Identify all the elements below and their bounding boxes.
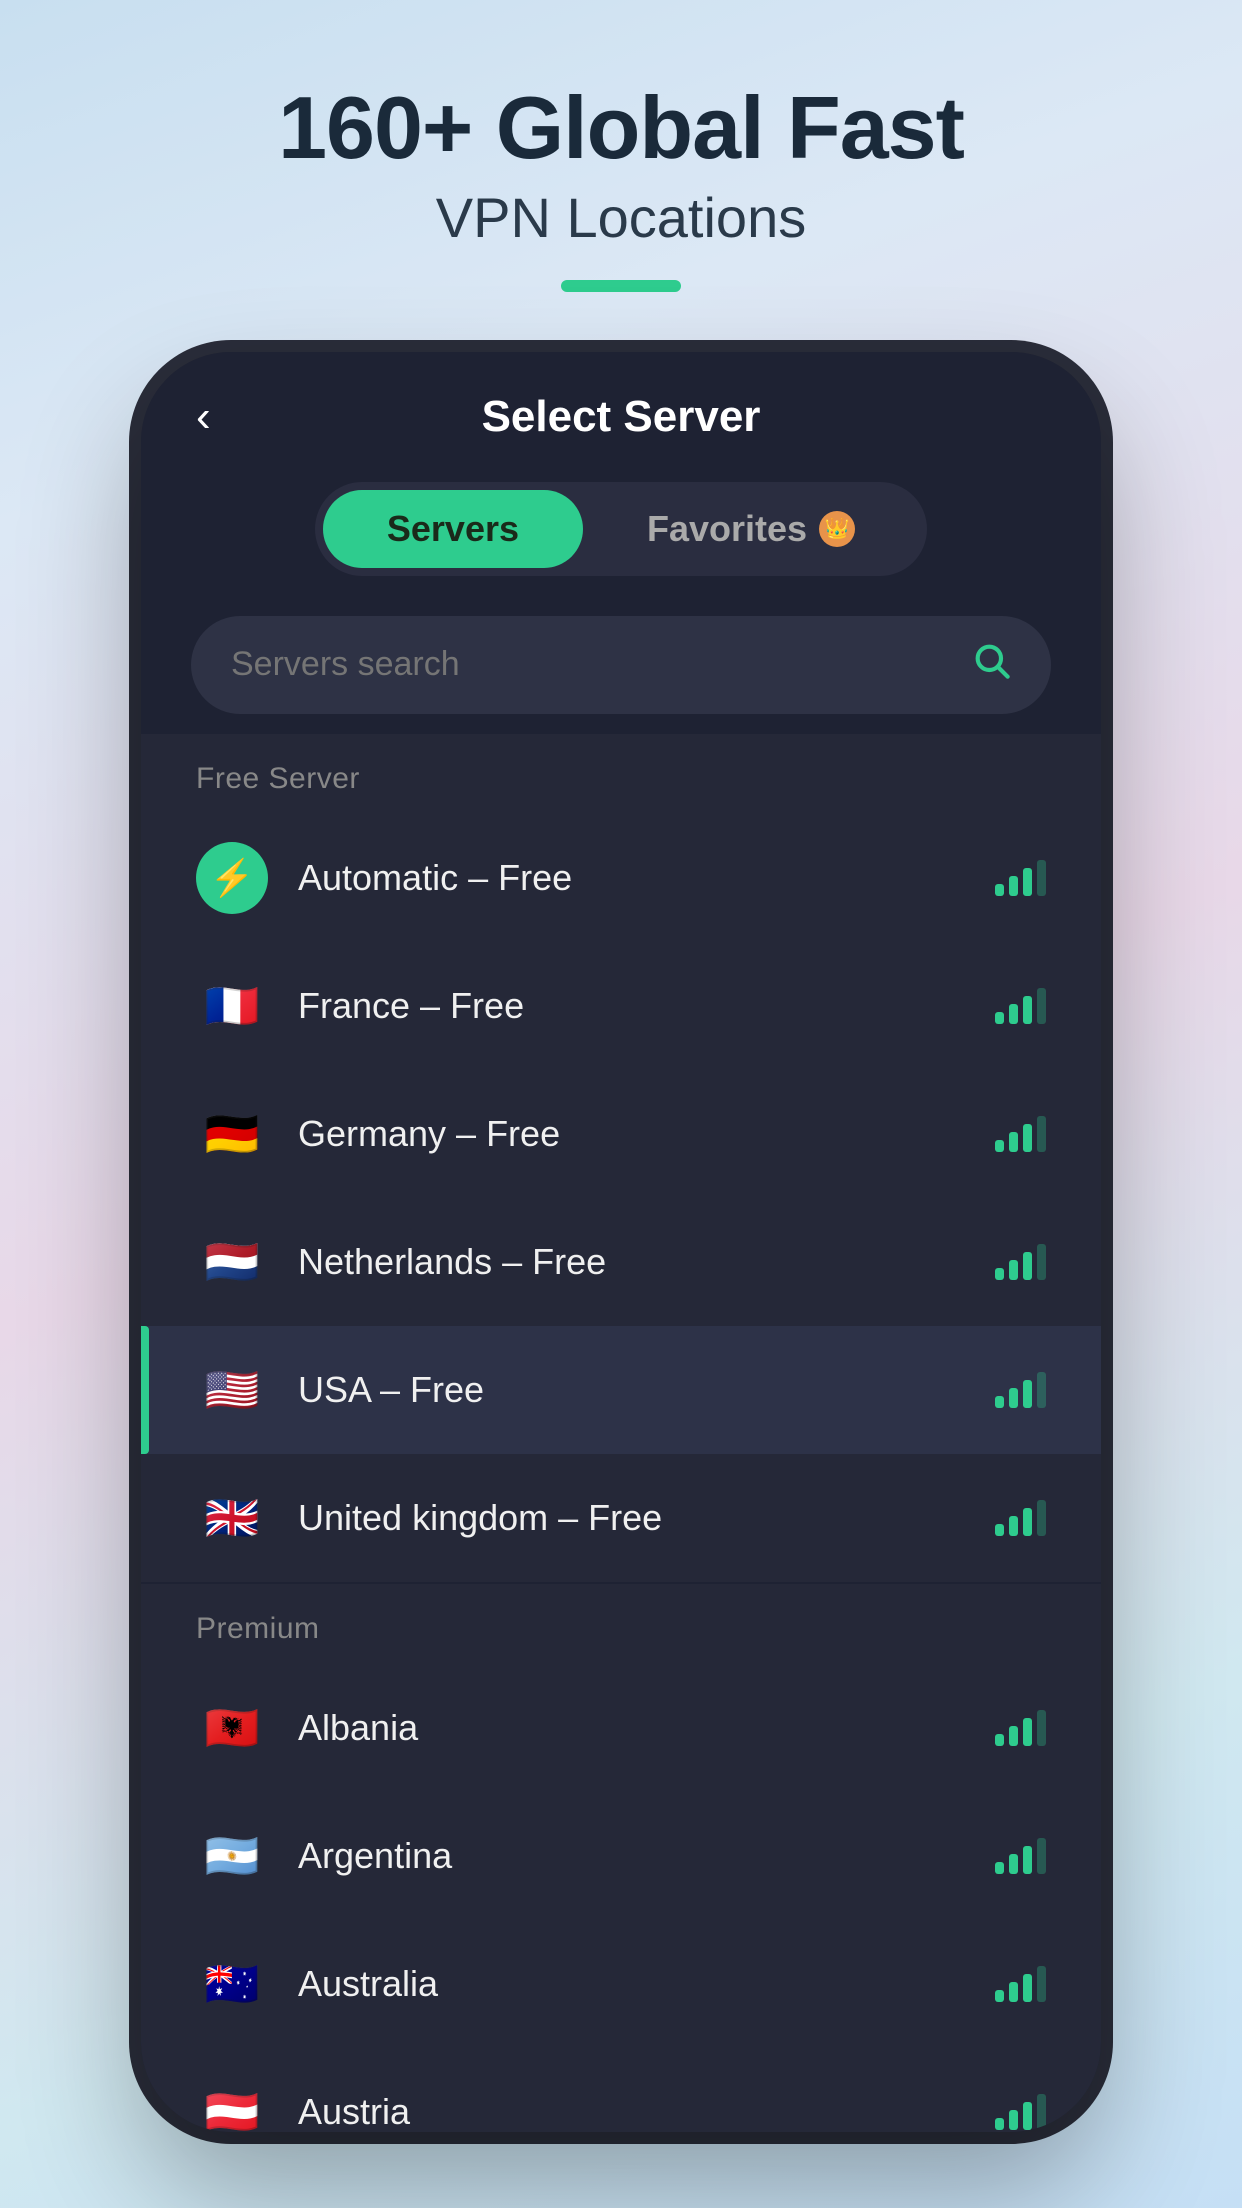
main-title: 160+ Global Fast	[278, 80, 964, 177]
signal-bars	[995, 1372, 1046, 1408]
tab-servers[interactable]: Servers	[323, 490, 583, 568]
premium-section-label: Premium	[141, 1584, 1101, 1664]
flag-netherlands: 🇳🇱	[196, 1226, 268, 1298]
server-name: Automatic – Free	[298, 857, 965, 899]
tab-switcher: Servers Favorites 👑	[141, 462, 1101, 606]
selected-indicator	[141, 1326, 149, 1454]
flag-albania: 🇦🇱	[196, 1692, 268, 1764]
flag-austria: 🇦🇹	[196, 2076, 268, 2132]
signal-bars	[995, 860, 1046, 896]
back-button[interactable]: ‹	[196, 392, 211, 442]
signal-bars	[995, 2094, 1046, 2130]
tab-favorites[interactable]: Favorites 👑	[583, 490, 919, 568]
phone-frame: ‹ Select Server Servers Favorites 👑 Fr	[141, 352, 1101, 2132]
server-name: Australia	[298, 1963, 965, 2005]
crown-icon: 👑	[819, 511, 855, 547]
list-item[interactable]: 🇦🇹 Austria	[141, 2048, 1101, 2132]
phone-navbar: ‹ Select Server	[141, 352, 1101, 462]
search-icon	[971, 640, 1011, 690]
server-name: Netherlands – Free	[298, 1241, 965, 1283]
accent-bar	[561, 280, 681, 292]
signal-bars	[995, 1838, 1046, 1874]
flag-france: 🇫🇷	[196, 970, 268, 1042]
server-name: United kingdom – Free	[298, 1497, 965, 1539]
list-item[interactable]: ⚡ Automatic – Free	[141, 814, 1101, 942]
list-item[interactable]: 🇦🇺 Australia	[141, 1920, 1101, 2048]
list-item[interactable]: 🇬🇧 United kingdom – Free	[141, 1454, 1101, 1582]
flag-uk: 🇬🇧	[196, 1482, 268, 1554]
list-item[interactable]: 🇳🇱 Netherlands – Free	[141, 1198, 1101, 1326]
page-title: Select Server	[482, 392, 761, 442]
flag-germany: 🇩🇪	[196, 1098, 268, 1170]
signal-bars	[995, 1500, 1046, 1536]
server-name: Argentina	[298, 1835, 965, 1877]
free-section-label: Free Server	[141, 734, 1101, 814]
search-bar	[191, 616, 1051, 714]
flag-australia: 🇦🇺	[196, 1948, 268, 2020]
server-name: France – Free	[298, 985, 965, 1027]
list-item[interactable]: 🇺🇸 USA – Free	[141, 1326, 1101, 1454]
list-item[interactable]: 🇫🇷 France – Free	[141, 942, 1101, 1070]
server-name: Albania	[298, 1707, 965, 1749]
list-item[interactable]: 🇦🇷 Argentina	[141, 1792, 1101, 1920]
server-name: Germany – Free	[298, 1113, 965, 1155]
server-list: Free Server ⚡ Automatic – Free 🇫🇷 France…	[141, 734, 1101, 2132]
server-name: USA – Free	[298, 1369, 965, 1411]
signal-bars	[995, 1116, 1046, 1152]
tab-group: Servers Favorites 👑	[315, 482, 927, 576]
list-item[interactable]: 🇩🇪 Germany – Free	[141, 1070, 1101, 1198]
server-name: Austria	[298, 2091, 965, 2132]
flag-usa: 🇺🇸	[196, 1354, 268, 1426]
flag-argentina: 🇦🇷	[196, 1820, 268, 1892]
signal-bars	[995, 988, 1046, 1024]
auto-icon: ⚡	[196, 842, 268, 914]
search-input[interactable]	[231, 645, 951, 684]
header-section: 160+ Global Fast VPN Locations	[0, 0, 1242, 352]
list-item[interactable]: 🇦🇱 Albania	[141, 1664, 1101, 1792]
signal-bars	[995, 1244, 1046, 1280]
signal-bars	[995, 1710, 1046, 1746]
subtitle: VPN Locations	[436, 185, 806, 250]
signal-bars	[995, 1966, 1046, 2002]
search-section	[141, 606, 1101, 734]
